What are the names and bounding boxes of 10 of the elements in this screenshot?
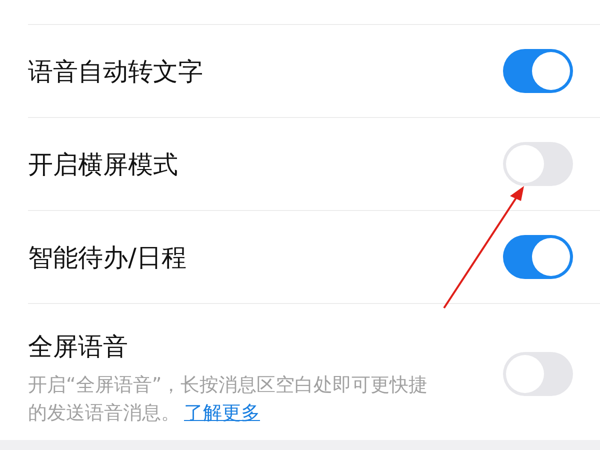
setting-label: 语音自动转文字 bbox=[28, 56, 203, 86]
setting-label: 开启横屏模式 bbox=[28, 150, 178, 178]
setting-label: 智能待办/日程 bbox=[28, 242, 186, 272]
toggle-switch[interactable] bbox=[503, 142, 573, 186]
setting-label: 全屏语音 bbox=[28, 332, 128, 361]
setting-description: 开启“全屏语音”，长按消息区空白处即可更快捷的发送语音消息。 了解更多 bbox=[28, 373, 428, 426]
toggle-switch[interactable] bbox=[503, 235, 573, 279]
toggle-switch[interactable] bbox=[503, 49, 573, 93]
toggle-switch[interactable] bbox=[503, 352, 573, 396]
learn-more-link[interactable]: 了解更多 bbox=[184, 402, 260, 424]
